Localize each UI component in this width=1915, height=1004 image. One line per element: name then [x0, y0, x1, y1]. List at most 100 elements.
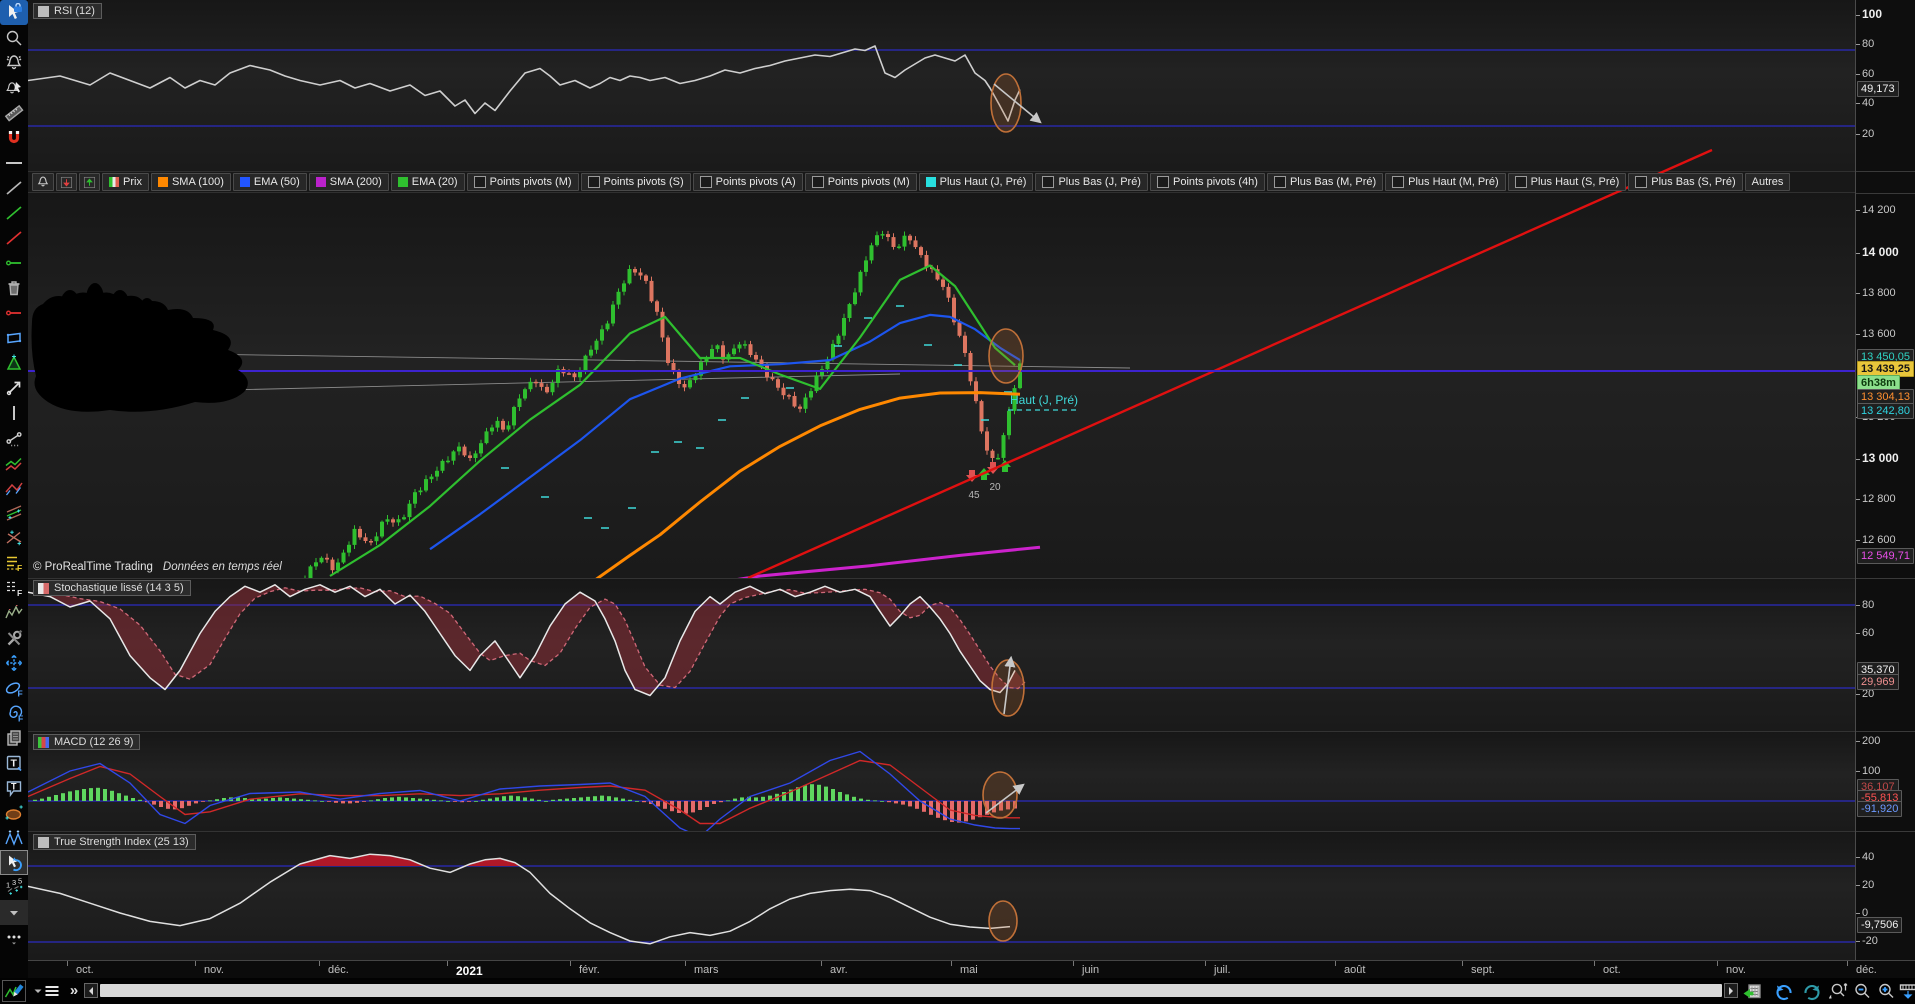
- pattern-peaks-tool[interactable]: [0, 825, 28, 850]
- expand-chevrons[interactable]: »: [62, 980, 86, 1002]
- tsi-label[interactable]: True Strength Index (25 13): [33, 834, 196, 850]
- legend-item-ema-50-[interactable]: EMA (50): [232, 173, 307, 191]
- fibonacci-ellipse-tool[interactable]: F: [0, 675, 28, 700]
- scroll-right-button[interactable]: [1724, 983, 1738, 998]
- legend-item-plus-bas-j-pr-[interactable]: Plus Bas (J, Pré): [1035, 173, 1148, 191]
- legend-item-prix[interactable]: Prix: [102, 173, 149, 191]
- trend-line-red-tool[interactable]: [0, 225, 28, 250]
- vertical-segment-tool[interactable]: [0, 400, 28, 425]
- stochastic-plot: [28, 584, 1855, 697]
- value-badge: -91,920: [1857, 801, 1903, 817]
- menu-button[interactable]: [40, 980, 64, 1002]
- arrow-down-red-button[interactable]: [56, 173, 77, 191]
- macd-label[interactable]: MACD (12 26 9): [33, 734, 141, 750]
- horizontal-segment-red-tool-icon: [6, 309, 21, 315]
- zigzag-channel-tool[interactable]: [0, 475, 28, 500]
- draw-pencil-button[interactable]: [2, 980, 26, 1002]
- zoom-in-button[interactable]: [1874, 980, 1898, 1002]
- tsi-chip-icon: [38, 836, 49, 848]
- trend-line-tool[interactable]: [0, 175, 28, 200]
- legend-item-plus-haut-s-pr-[interactable]: Plus Haut (S, Pré): [1507, 173, 1627, 191]
- value-axis[interactable]: 100 80 60 40 20 49,173 14 200 14 000 13 800 13 60…: [1855, 0, 1915, 960]
- alarm-edit-tool[interactable]: [0, 75, 28, 100]
- trend-line-green-tool[interactable]: [0, 200, 28, 225]
- text-tool[interactable]: T: [0, 750, 28, 775]
- svg-text:T: T: [11, 757, 18, 769]
- arrow-line-tool[interactable]: [0, 375, 28, 400]
- pointer-lock-tool[interactable]: [0, 0, 28, 25]
- legend-item-points-pivots-m-[interactable]: Points pivots (M): [804, 173, 917, 191]
- zoom-tool[interactable]: [0, 25, 28, 50]
- horizontal-segment-green-tool[interactable]: [0, 250, 28, 275]
- legend-item-sma-200-[interactable]: SMA (200): [308, 173, 389, 191]
- undo-button[interactable]: [1772, 980, 1796, 1002]
- magnet-tool[interactable]: [0, 125, 28, 150]
- redo-button[interactable]: [1800, 980, 1824, 1002]
- macd-label-text: MACD (12 26 9): [54, 736, 134, 748]
- zoom-out-button[interactable]: [1850, 980, 1874, 1002]
- ellipse-draw-tool[interactable]: [0, 800, 28, 825]
- month-label: nov.: [1726, 964, 1746, 976]
- trendline-layer: [747, 148, 1713, 578]
- legend-item-points-pivots-4h-[interactable]: Points pivots (4h): [1149, 173, 1265, 191]
- arrow-up-green-button[interactable]: [79, 173, 100, 191]
- rsi-label[interactable]: RSI (12): [33, 3, 102, 19]
- legend-item-sma-100-[interactable]: SMA (100): [150, 173, 231, 191]
- tools-settings[interactable]: [0, 625, 28, 650]
- ruler-tool[interactable]: [0, 100, 28, 125]
- fibonacci-levels-tool[interactable]: F: [0, 575, 28, 600]
- timeline-collapse-button[interactable]: [1896, 980, 1915, 1002]
- horizontal-line-tool[interactable]: [0, 150, 28, 175]
- copyright-text: © ProRealTime Trading: [33, 561, 153, 573]
- macd-chip-icon: [38, 736, 49, 748]
- crossed-lines-tool[interactable]: [0, 525, 28, 550]
- horizontal-segment-red-tool[interactable]: [0, 300, 28, 325]
- trash-tool[interactable]: [0, 275, 28, 300]
- channel-tool[interactable]: [0, 450, 28, 475]
- elliott-wave-tool[interactable]: [0, 600, 28, 625]
- alarm-bell-tool[interactable]: [0, 50, 28, 75]
- move-tool[interactable]: [0, 650, 28, 675]
- more-tools[interactable]: [0, 925, 28, 950]
- zoom-drag-button[interactable]: [1826, 980, 1850, 1002]
- alarm-bell-small-button[interactable]: [32, 173, 54, 191]
- axis-tick: 40: [1856, 97, 1874, 109]
- numbered-waves-tool[interactable]: 135: [0, 875, 28, 900]
- legend-item-points-pivots-a-[interactable]: Points pivots (A): [692, 173, 803, 191]
- month-label: 2021: [456, 964, 483, 978]
- undo-cursor-tool[interactable]: [0, 850, 28, 875]
- legend-item-plus-haut-m-pr-[interactable]: Plus Haut (M, Pré): [1385, 173, 1506, 191]
- fibonacci-retracement-tool[interactable]: F: [0, 550, 28, 575]
- callout-tool[interactable]: T: [0, 775, 28, 800]
- triangle-tool[interactable]: [0, 350, 28, 375]
- scroll-left-button[interactable]: [84, 983, 98, 998]
- legend-item-plus-bas-s-pr-[interactable]: Plus Bas (S, Pré): [1628, 173, 1743, 191]
- ruler-tool-icon: [4, 104, 24, 122]
- legend-item-autres[interactable]: Autres: [1744, 173, 1791, 191]
- legend-item-label: Plus Bas (J, Pré): [1058, 176, 1141, 188]
- legend-item-points-pivots-s-[interactable]: Points pivots (S): [580, 173, 691, 191]
- rectangle-tool[interactable]: [0, 325, 28, 350]
- expand-caret[interactable]: [0, 900, 28, 925]
- legend-item-ema-20-[interactable]: EMA (20): [390, 173, 465, 191]
- annotation-ellipses: [982, 73, 1042, 942]
- segment-tool[interactable]: [0, 425, 28, 450]
- time-axis[interactable]: oct. nov. déc. 2021 févr. mars avr. mai juin juil…: [0, 960, 1915, 978]
- legend-item-points-pivots-m-[interactable]: Points pivots (M): [466, 173, 579, 191]
- trend-line-green-tool-icon: [6, 205, 22, 220]
- channel-crosses-tool[interactable]: [0, 500, 28, 525]
- calendar-export-button[interactable]: [1740, 980, 1764, 1002]
- tsi-label-text: True Strength Index (25 13): [54, 836, 189, 848]
- copy-tool[interactable]: [0, 725, 28, 750]
- stochastic-label[interactable]: Stochastique lissé (14 3 5): [33, 580, 191, 596]
- axis-tick: 13 000: [1856, 451, 1899, 465]
- legend-item-plus-haut-j-pr-[interactable]: Plus Haut (J, Pré): [918, 173, 1034, 191]
- fibonacci-spiral-tool[interactable]: F: [0, 700, 28, 725]
- axis-tick: -20: [1856, 935, 1878, 947]
- legend-item-plus-bas-m-pr-[interactable]: Plus Bas (M, Pré): [1266, 173, 1384, 191]
- horizontal-scrollbar[interactable]: [100, 984, 1722, 997]
- indicator-legend: Prix SMA (100) EMA (50) SMA (200) EMA (20) Po…: [32, 173, 1791, 191]
- svg-text:5: 5: [18, 878, 22, 886]
- series-color-chip: [397, 177, 408, 187]
- tsi-plot: [28, 853, 1855, 945]
